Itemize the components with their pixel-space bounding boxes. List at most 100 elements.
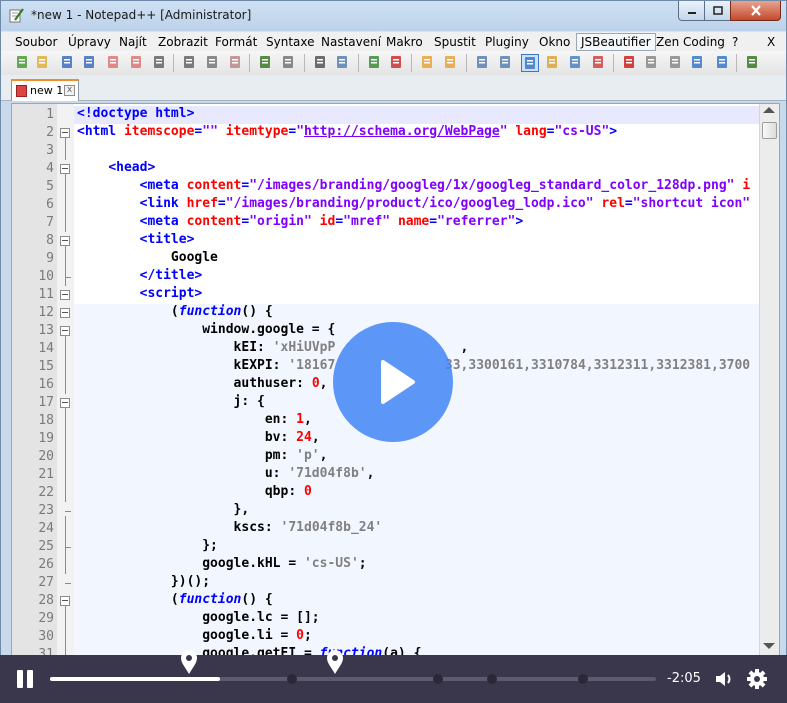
- line-number: 26: [38, 557, 54, 572]
- code-line[interactable]: Google: [74, 250, 759, 268]
- menu-najit[interactable]: Najít: [115, 33, 151, 51]
- play-button[interactable]: [333, 322, 453, 442]
- code-line[interactable]: <link href="/images/branding/product/ico…: [74, 196, 759, 214]
- print-icon[interactable]: [151, 54, 169, 72]
- menu-makro[interactable]: Makro: [382, 33, 427, 51]
- cut-icon[interactable]: [181, 54, 199, 72]
- copy-icon[interactable]: [204, 54, 222, 72]
- undo-icon[interactable]: [257, 54, 275, 72]
- menu-jsbeautifier[interactable]: JSBeautifier: [576, 33, 656, 51]
- code-line[interactable]: [74, 142, 759, 160]
- zoom-out-icon[interactable]: [388, 54, 406, 72]
- fold-toggle-icon[interactable]: [60, 326, 70, 336]
- code-line[interactable]: };: [74, 538, 759, 556]
- code-line[interactable]: google.kHL = 'cs-US';: [74, 556, 759, 574]
- fold-toggle-icon[interactable]: [60, 236, 70, 246]
- code-line[interactable]: u: '71d04f8b',: [74, 466, 759, 484]
- seek-bar[interactable]: [50, 650, 656, 684]
- folder-workspace-icon[interactable]: [590, 54, 608, 72]
- close-window-button[interactable]: [730, 1, 781, 21]
- new-file-icon[interactable]: [14, 54, 32, 72]
- menu-upravy[interactable]: Úpravy: [64, 33, 115, 51]
- function-list-icon[interactable]: [567, 54, 585, 72]
- sync-h-icon[interactable]: [442, 54, 460, 72]
- close-all-icon[interactable]: [128, 54, 146, 72]
- show-all-chars-icon[interactable]: [497, 54, 515, 72]
- fold-toggle-icon[interactable]: [60, 128, 70, 138]
- indent-guide-icon[interactable]: [521, 54, 539, 72]
- code-line[interactable]: pm: 'p',: [74, 448, 759, 466]
- plugin-icon[interactable]: [744, 54, 762, 72]
- menu-soubor[interactable]: Soubor: [11, 33, 61, 51]
- gear-icon[interactable]: [746, 668, 768, 690]
- code-line[interactable]: kscs: '71d04f8b_24': [74, 520, 759, 538]
- menu-pluginy[interactable]: Pluginy: [481, 33, 533, 51]
- marker-pin-icon[interactable]: [180, 649, 198, 675]
- close-document-button[interactable]: X: [763, 33, 779, 51]
- paste-icon[interactable]: [227, 54, 245, 72]
- maximize-button[interactable]: [704, 1, 731, 21]
- zoom-in-icon[interactable]: [366, 54, 384, 72]
- code-line[interactable]: <meta content="origin" id="mref" name="r…: [74, 214, 759, 232]
- doc-map-icon[interactable]: [544, 54, 562, 72]
- code-line[interactable]: <!doctype html>: [74, 106, 759, 124]
- fold-toggle-icon[interactable]: [60, 290, 70, 300]
- word-wrap-icon[interactable]: [474, 54, 492, 72]
- code-line[interactable]: (function() {: [74, 592, 759, 610]
- chapter-marker[interactable]: [578, 674, 589, 684]
- chapter-marker[interactable]: [287, 674, 298, 684]
- run-macro-multiple-icon[interactable]: [689, 54, 707, 72]
- code-line[interactable]: <title>: [74, 232, 759, 250]
- pause-icon[interactable]: [15, 670, 37, 690]
- menu-syntaxe[interactable]: Syntaxe: [262, 33, 319, 51]
- code-line[interactable]: google.getEI = function(a) {: [74, 646, 759, 655]
- play-macro-icon[interactable]: [667, 54, 685, 72]
- code-line[interactable]: <html itemscope="" itemtype="http://sche…: [74, 124, 759, 142]
- fold-toggle-icon[interactable]: [60, 308, 70, 318]
- menu-zobrazit[interactable]: Zobrazit: [154, 33, 212, 51]
- vertical-scrollbar[interactable]: [759, 104, 779, 655]
- stop-macro-icon[interactable]: [643, 54, 661, 72]
- redo-icon[interactable]: [280, 54, 298, 72]
- code-line[interactable]: <meta content="/images/branding/googleg/…: [74, 178, 759, 196]
- code-line[interactable]: </title>: [74, 268, 759, 286]
- replace-icon[interactable]: [334, 54, 352, 72]
- code-line[interactable]: <head>: [74, 160, 759, 178]
- scrollbar-thumb[interactable]: [762, 122, 777, 139]
- save-icon[interactable]: [59, 54, 77, 72]
- menu-spustit[interactable]: Spustit: [430, 33, 480, 51]
- close-icon[interactable]: [105, 54, 123, 72]
- marker-pin-icon[interactable]: [326, 649, 344, 675]
- fold-toggle-icon[interactable]: [60, 398, 70, 408]
- tab-close-button[interactable]: x: [64, 85, 75, 96]
- code-line[interactable]: google.li = 0;: [74, 628, 759, 646]
- code-line[interactable]: google.lc = [];: [74, 610, 759, 628]
- scroll-down-arrow-icon[interactable]: [763, 643, 775, 649]
- code-line[interactable]: (function() {: [74, 304, 759, 322]
- minimize-button[interactable]: [678, 1, 705, 21]
- code-line[interactable]: qbp: 0: [74, 484, 759, 502]
- menu-zen-coding[interactable]: Zen Coding: [652, 33, 729, 51]
- code-line[interactable]: })();: [74, 574, 759, 592]
- menu-help[interactable]: ?: [728, 33, 742, 51]
- menu-nastaveni[interactable]: Nastavení: [317, 33, 385, 51]
- menu-okno[interactable]: Okno: [535, 33, 574, 51]
- save-all-icon[interactable]: [81, 54, 99, 72]
- fold-toggle-icon[interactable]: [60, 596, 70, 606]
- code-line[interactable]: <script>: [74, 286, 759, 304]
- fold-toggle-icon[interactable]: [60, 164, 70, 174]
- tab-new-1[interactable]: new 1 x: [11, 79, 79, 101]
- code-line[interactable]: },: [74, 502, 759, 520]
- record-macro-icon[interactable]: [621, 54, 639, 72]
- save-macro-icon[interactable]: [714, 54, 732, 72]
- open-file-icon[interactable]: [34, 54, 52, 72]
- find-icon[interactable]: [312, 54, 330, 72]
- scroll-up-arrow-icon[interactable]: [763, 107, 775, 113]
- menu-format[interactable]: Formát: [211, 33, 261, 51]
- chapter-marker[interactable]: [487, 674, 498, 684]
- sync-v-icon[interactable]: [419, 54, 437, 72]
- line-number: 3: [46, 143, 54, 158]
- title-bar[interactable]: *new 1 - Notepad++ [Administrator]: [1, 1, 786, 31]
- chapter-marker[interactable]: [432, 674, 443, 684]
- volume-icon[interactable]: [714, 669, 736, 689]
